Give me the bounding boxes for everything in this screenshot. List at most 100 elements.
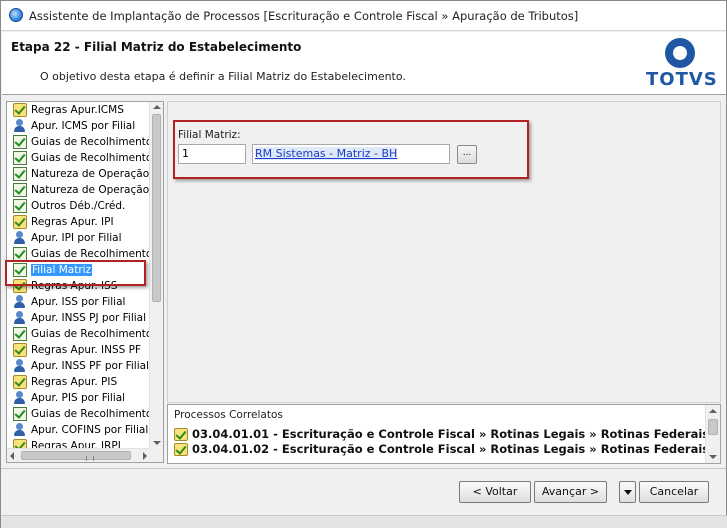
check-icon — [13, 183, 27, 197]
step-title: Etapa 22 - Filial Matriz do Estabelecime… — [11, 40, 302, 54]
tree-item[interactable]: Guias de Recolhimento 2 — [7, 150, 150, 166]
tree-horizontal-scrollbar[interactable] — [7, 448, 150, 462]
check-icon — [13, 247, 27, 261]
related-process-label: 03.04.01.02 - Escrituração e Controle Fi… — [192, 442, 706, 456]
wizard-window: Assistente de Implantação de Processos [… — [0, 0, 727, 528]
tree-item[interactable]: Apur. INSS PF por Filial — [7, 358, 150, 374]
tree-item-label: Guias de Recolhimento 3 — [31, 248, 150, 260]
tree-item-label: Guias de Recolhimento 1 — [31, 136, 150, 148]
tree-item[interactable]: Guias de Recolhimento 1 — [7, 134, 150, 150]
related-process-label: 03.04.01.01 - Escrituração e Controle Fi… — [192, 427, 706, 441]
check-icon — [13, 151, 27, 165]
tree-item-label: Outros Déb./Créd. — [31, 200, 126, 212]
scroll-thumb-horizontal[interactable] — [21, 451, 131, 461]
person-icon — [13, 391, 27, 405]
person-icon — [13, 231, 27, 245]
tree-item[interactable]: Apur. COFINS por Filial — [7, 422, 150, 438]
tree-item[interactable]: Natureza de Operação 1 — [7, 166, 150, 182]
tree-item-label: Regras Apur. IPI — [31, 216, 114, 228]
tree-item[interactable]: Guias de Recolhimento 4 — [7, 406, 150, 422]
scroll-down-icon[interactable] — [709, 455, 717, 459]
check-icon — [13, 135, 27, 149]
tree-item-label: Apur. COFINS por Filial — [31, 424, 149, 436]
wizard-header: Etapa 22 - Filial Matriz do Estabelecime… — [2, 32, 726, 95]
tree-item[interactable]: Regras Apur. PIS — [7, 374, 150, 390]
scroll-thumb[interactable] — [152, 114, 161, 302]
check-icon — [13, 167, 27, 181]
gold-check-icon — [13, 375, 27, 389]
tree-item[interactable]: Apur. PIS por Filial — [7, 390, 150, 406]
tree-item[interactable]: Guias de Recolhimento 3 — [7, 326, 150, 342]
tree-item-label: Apur. ICMS por Filial — [31, 120, 136, 132]
tree-selection-highlight — [5, 260, 146, 286]
window-title: Assistente de Implantação de Processos [… — [29, 9, 579, 23]
logo-mark-icon — [665, 38, 695, 68]
scroll-down-icon[interactable] — [153, 441, 161, 445]
gold-check-icon — [174, 443, 188, 456]
tree-item[interactable]: Regras Apur. INSS PF — [7, 342, 150, 358]
dropdown-menu-button[interactable] — [619, 481, 636, 503]
gold-check-icon — [13, 439, 27, 448]
related-process-item[interactable]: 03.04.01.01 - Escrituração e Controle Fi… — [168, 427, 706, 442]
tree-item-label: Regras Apur. INSS PF — [31, 344, 142, 356]
check-icon — [13, 407, 27, 421]
tree-item-label: Guias de Recolhimento 3 — [31, 328, 150, 340]
check-icon — [13, 199, 27, 213]
footer-divider — [1, 468, 726, 469]
step-description: O objetivo desta etapa é definir a Filia… — [40, 70, 406, 83]
tree-vertical-scrollbar[interactable] — [149, 102, 163, 448]
tree-item-label: Apur. IPI por Filial — [31, 232, 122, 244]
tree-item-label: Apur. INSS PF por Filial — [31, 360, 149, 372]
app-icon — [9, 8, 23, 22]
tree-item[interactable]: Apur. ICMS por Filial — [7, 118, 150, 134]
tree-item[interactable]: Apur. ISS por Filial — [7, 294, 150, 310]
tree-item-label: Regras Apur. IRPJ — [31, 440, 121, 448]
related-processes-list: 03.04.01.01 - Escrituração e Controle Fi… — [168, 427, 706, 464]
gold-check-icon — [174, 428, 188, 441]
related-processes-panel: Processos Correlatos 03.04.01.01 - Escri… — [167, 404, 721, 464]
tree-item-label: Regras Apur.ICMS — [31, 104, 124, 116]
person-icon — [13, 311, 27, 325]
back-button[interactable]: < Voltar — [459, 481, 531, 503]
tree-item-label: Guias de Recolhimento 2 — [31, 152, 150, 164]
scroll-left-icon[interactable] — [10, 452, 14, 460]
tree-item[interactable]: Regras Apur.ICMS — [7, 102, 150, 118]
gold-check-icon — [13, 215, 27, 229]
person-icon — [13, 295, 27, 309]
gold-check-icon — [13, 343, 27, 357]
cancel-button[interactable]: Cancelar — [639, 481, 709, 503]
tree-item[interactable]: Apur. IPI por Filial — [7, 230, 150, 246]
tree-item[interactable]: Regras Apur. IPI — [7, 214, 150, 230]
tree-item[interactable]: Regras Apur. IRPJ — [7, 438, 150, 448]
person-icon — [13, 359, 27, 373]
scroll-corner — [149, 448, 163, 462]
related-process-item[interactable]: 03.04.01.02 - Escrituração e Controle Fi… — [168, 442, 706, 457]
scroll-up-icon[interactable] — [709, 409, 717, 413]
tree-item-label: Apur. PIS por Filial — [31, 392, 126, 404]
tree-item[interactable]: Apur. INSS PJ por Filial — [7, 310, 150, 326]
next-button[interactable]: Avançar > — [534, 481, 607, 503]
tree-item-label: Regras Apur. PIS — [31, 376, 118, 388]
grip-icon — [86, 456, 94, 461]
tree-item-label: Guias de Recolhimento 4 — [31, 408, 150, 420]
check-icon — [13, 327, 27, 341]
totvs-logo: TOTVS — [646, 38, 718, 92]
tree-item-label: Apur. ISS por Filial — [31, 296, 126, 308]
gold-check-icon — [13, 103, 27, 117]
tree-item-label: Natureza de Operação 1 — [31, 168, 150, 180]
logo-text: TOTVS — [646, 69, 718, 90]
related-processes-title: Processos Correlatos — [174, 409, 283, 421]
scroll-right-icon[interactable] — [143, 452, 147, 460]
tree-item[interactable]: Outros Déb./Créd. — [7, 198, 150, 214]
tree-item-label: Apur. INSS PJ por Filial — [31, 312, 147, 324]
related-vertical-scrollbar[interactable] — [705, 405, 720, 463]
title-bar[interactable]: Assistente de Implantação de Processos [… — [1, 1, 726, 31]
field-highlight-box — [173, 120, 529, 179]
tree-item-label: Natureza de Operação 2 — [31, 184, 150, 196]
scroll-up-icon[interactable] — [153, 105, 161, 109]
person-icon — [13, 119, 27, 133]
person-icon — [13, 423, 27, 437]
bottom-strip — [1, 515, 727, 528]
tree-item[interactable]: Natureza de Operação 2 — [7, 182, 150, 198]
scroll-thumb[interactable] — [708, 419, 718, 435]
